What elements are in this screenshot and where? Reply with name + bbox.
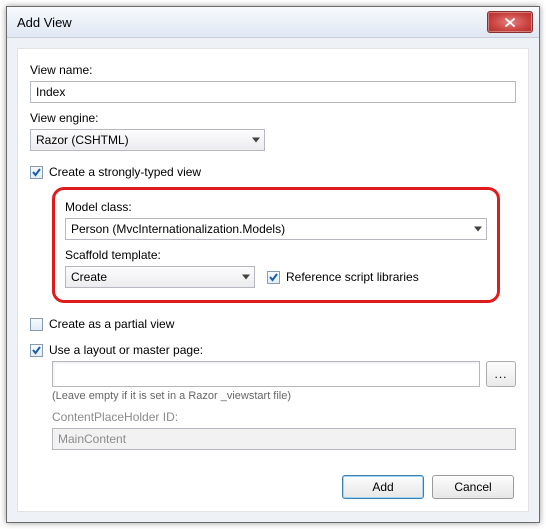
scaffold-template-dropdown[interactable]: Create xyxy=(65,266,255,288)
model-class-dropdown[interactable]: Person (MvcInternationalization.Models) xyxy=(65,218,487,240)
reference-scripts-label: Reference script libraries xyxy=(286,270,419,284)
window-title: Add View xyxy=(17,15,487,30)
add-button-label: Add xyxy=(372,480,393,494)
chevron-down-icon xyxy=(252,138,260,143)
add-button[interactable]: Add xyxy=(342,475,424,499)
use-layout-checkbox[interactable] xyxy=(30,344,43,357)
add-view-dialog: Add View View name: View engine: Razor (… xyxy=(6,6,540,523)
scaffold-template-value: Create xyxy=(71,270,107,284)
reference-scripts-checkbox[interactable] xyxy=(267,271,280,284)
view-engine-value: Razor (CSHTML) xyxy=(36,133,129,147)
scaffold-template-label: Scaffold template: xyxy=(65,248,487,262)
view-engine-dropdown[interactable]: Razor (CSHTML) xyxy=(30,129,265,151)
cancel-button[interactable]: Cancel xyxy=(432,475,514,499)
chevron-down-icon xyxy=(242,275,250,280)
dialog-content: View name: View engine: Razor (CSHTML) C… xyxy=(17,48,529,512)
cph-input xyxy=(52,428,516,450)
partial-view-label: Create as a partial view xyxy=(49,317,174,331)
model-class-value: Person (MvcInternationalization.Models) xyxy=(71,222,285,236)
strongly-typed-checkbox[interactable] xyxy=(30,166,43,179)
titlebar: Add View xyxy=(7,7,539,38)
cph-label: ContentPlaceHolder ID: xyxy=(52,410,516,424)
layout-hint: (Leave empty if it is set in a Razor _vi… xyxy=(52,390,516,402)
close-button[interactable] xyxy=(487,11,533,33)
layout-path-input[interactable] xyxy=(52,361,480,387)
strongly-typed-label: Create a strongly-typed view xyxy=(49,165,201,179)
close-icon xyxy=(505,18,515,27)
browse-label: ... xyxy=(494,367,507,381)
model-class-label: Model class: xyxy=(65,200,487,214)
use-layout-label: Use a layout or master page: xyxy=(49,343,203,357)
partial-view-checkbox[interactable] xyxy=(30,318,43,331)
chevron-down-icon xyxy=(474,227,482,232)
dialog-footer: Add Cancel xyxy=(30,469,516,501)
view-name-input[interactable] xyxy=(30,81,516,103)
cancel-button-label: Cancel xyxy=(454,480,491,494)
view-engine-label: View engine: xyxy=(30,111,516,125)
browse-layout-button[interactable]: ... xyxy=(486,361,516,387)
strongly-typed-group: Model class: Person (MvcInternationaliza… xyxy=(52,187,500,303)
view-name-label: View name: xyxy=(30,63,516,77)
